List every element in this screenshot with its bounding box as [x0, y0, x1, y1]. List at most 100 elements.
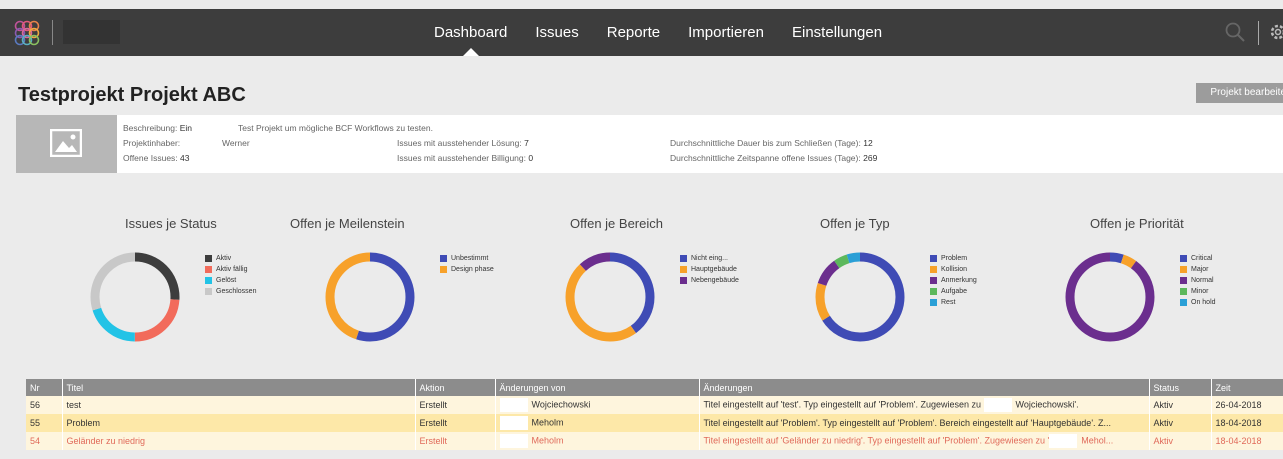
activity-table: Nr Titel Aktion Änderungen von Änderunge… [26, 379, 1283, 450]
app-logo-icon[interactable] [12, 18, 42, 48]
legend-item[interactable]: Aktiv fällig [205, 264, 256, 275]
chart-title: Issues je Status [125, 216, 217, 231]
chart-legend: Critical Major Normal Minor On hold [1180, 253, 1216, 308]
user-name-mask [499, 398, 528, 412]
legend-label: Kollision [941, 266, 968, 273]
cell-zeit: 18-04-2018 [1211, 414, 1283, 432]
table-row[interactable]: 55 Problem Erstellt Meholm Titel eingest… [26, 414, 1283, 432]
donut-chart[interactable] [810, 247, 910, 347]
legend-swatch [440, 255, 447, 262]
legend-label: Critical [1191, 255, 1213, 262]
nav-einstellungen[interactable]: Einstellungen [792, 9, 882, 56]
cell-status: Aktiv [1149, 432, 1212, 450]
cell-aenderungen-user: Wojciechowski'. [1015, 399, 1079, 410]
legend-item[interactable]: Unbestimmt [440, 253, 494, 264]
col-header-nr[interactable]: Nr [26, 379, 63, 396]
col-header-aktion[interactable]: Aktion [415, 379, 496, 396]
donut-chart[interactable] [85, 247, 185, 347]
col-header-status[interactable]: Status [1149, 379, 1212, 396]
legend-item[interactable]: Nebengebäude [680, 275, 739, 286]
cell-status: Aktiv [1149, 396, 1212, 414]
cell-titel[interactable]: Problem [62, 414, 416, 432]
col-header-titel[interactable]: Titel [62, 379, 416, 396]
cell-aenderungen: Titel eingestellt auf 'test'. Typ einges… [699, 396, 1150, 414]
cell-titel[interactable]: test [62, 396, 416, 414]
legend-item[interactable]: Problem [930, 253, 977, 264]
col-header-zeit[interactable]: Zeit [1211, 379, 1283, 396]
legend-label: Problem [941, 255, 968, 262]
legend-swatch [930, 299, 937, 306]
cell-titel[interactable]: Geländer zu niedrig [62, 432, 416, 450]
open-issues-label: Offene Issues: [123, 153, 178, 163]
legend-swatch [205, 277, 212, 284]
legend-label: Aktiv fällig [216, 266, 248, 273]
donut-segment-2[interactable] [1065, 252, 1155, 342]
legend-label: Unbestimmt [451, 255, 489, 262]
cell-von: Meholm [495, 432, 700, 450]
chart-legend: Nicht eing... Hauptgebäude Nebengebäude [680, 253, 739, 286]
donut-chart[interactable] [560, 247, 660, 347]
legend-item[interactable]: Kollision [930, 264, 977, 275]
legend-item[interactable]: Hauptgebäude [680, 264, 739, 275]
legend-label: On hold [1191, 299, 1216, 306]
legend-swatch [205, 266, 212, 273]
legend-item[interactable]: Rest [930, 297, 977, 308]
col-header-aenderungen[interactable]: Änderungen [699, 379, 1150, 396]
description-toggle[interactable]: Ein [180, 123, 192, 133]
legend-item[interactable]: Geschlossen [205, 286, 256, 297]
table-row[interactable]: 54 Geländer zu niedrig Erstellt Meholm T… [26, 432, 1283, 450]
legend-item[interactable]: Critical [1180, 253, 1216, 264]
chart-legend: Aktiv Aktiv fällig Gelöst Geschlossen [205, 253, 256, 297]
cell-aktion: Erstellt [415, 414, 496, 432]
nav-issues[interactable]: Issues [535, 9, 578, 56]
cell-von: Meholm [495, 414, 700, 432]
nav-dashboard[interactable]: Dashboard [434, 9, 507, 56]
nav-reporte[interactable]: Reporte [607, 9, 660, 56]
open-issues-value: 43 [180, 153, 190, 163]
legend-item[interactable]: Normal [1180, 275, 1216, 286]
legend-item[interactable]: Aktiv [205, 253, 256, 264]
legend-label: Aufgabe [941, 288, 968, 295]
legend-item[interactable]: Anmerkung [930, 275, 977, 286]
chart-prioritaet: Offen je Priorität Critical Major Normal Min… [1060, 216, 1283, 366]
cell-aktion: Erstellt [415, 432, 496, 450]
search-icon[interactable] [1224, 21, 1246, 43]
gear-icon[interactable] [1268, 22, 1283, 42]
donut-chart[interactable] [1060, 247, 1160, 347]
legend-swatch [1180, 277, 1187, 284]
pending-approval-value: 0 [528, 153, 534, 163]
edit-project-button[interactable]: Projekt bearbeiten [1196, 83, 1283, 103]
table-row[interactable]: 56 test Erstellt Wojciechowski Titel ein… [26, 396, 1283, 414]
legend-item[interactable]: Minor [1180, 286, 1216, 297]
cell-von-name: Meholm [531, 417, 564, 428]
pending-approval-row: Issues mit ausstehender Billigung: 0 [397, 153, 533, 163]
legend-item[interactable]: On hold [1180, 297, 1216, 308]
legend-item[interactable]: Major [1180, 264, 1216, 275]
cell-zeit: 18-04-2018 [1211, 432, 1283, 450]
cell-aenderungen: Titel eingestellt auf 'Problem'. Typ ein… [699, 414, 1150, 432]
nav-importieren[interactable]: Importieren [688, 9, 764, 56]
pending-solution-row: Issues mit ausstehender Lösung: 7 [397, 138, 529, 148]
chart-title: Offen je Priorität [1090, 216, 1184, 231]
legend-swatch [205, 288, 212, 295]
legend-item[interactable]: Aufgabe [930, 286, 977, 297]
col-header-aenderungen-von[interactable]: Änderungen von [495, 379, 700, 396]
cell-aenderungen: Titel eingestellt auf 'Geländer zu niedr… [699, 432, 1150, 450]
legend-item[interactable]: Gelöst [205, 275, 256, 286]
legend-swatch [1180, 288, 1187, 295]
legend-item[interactable]: Nicht eing... [680, 253, 739, 264]
legend-item[interactable]: Design phase [440, 264, 494, 275]
cell-aenderungen-text: Titel eingestellt auf 'Geländer zu niedr… [703, 435, 1050, 446]
donut-chart[interactable] [320, 247, 420, 347]
project-thumbnail[interactable] [16, 115, 117, 173]
user-name-mask [1049, 434, 1078, 448]
legend-swatch [680, 255, 687, 262]
cell-aktion: Erstellt [415, 396, 496, 414]
avg-open-span-value: 269 [863, 153, 878, 163]
pending-solution-label: Issues mit ausstehender Lösung: [397, 138, 522, 148]
pending-approval-label: Issues mit ausstehender Billigung: [397, 153, 526, 163]
legend-label: Normal [1191, 277, 1214, 284]
user-name-mask [499, 416, 528, 430]
owner-label: Projektinhaber: [123, 138, 181, 148]
chart-meilenstein: Offen je Meilenstein Unbestimmt Design pha… [290, 216, 560, 366]
